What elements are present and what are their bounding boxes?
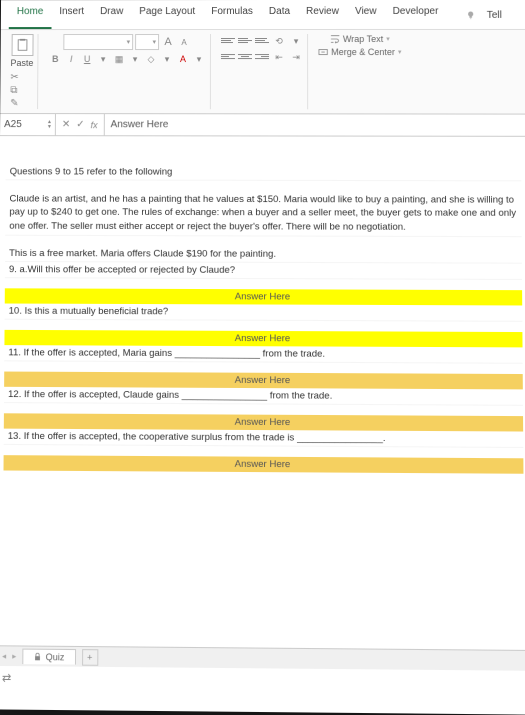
border-button[interactable]: ▦ — [112, 52, 126, 66]
increase-font-icon[interactable]: A — [161, 35, 175, 49]
add-sheet-button[interactable]: + — [82, 649, 98, 666]
cell-text[interactable]: Questions 9 to 15 refer to the following — [6, 164, 522, 181]
tab-insert[interactable]: Insert — [51, 2, 92, 29]
font-family-dropdown[interactable] — [63, 34, 133, 50]
tab-view[interactable]: View — [347, 2, 385, 29]
decrease-indent-button[interactable]: ⇤ — [272, 50, 286, 64]
cell-text[interactable]: Claude is an artist, and he has a painti… — [5, 190, 521, 237]
confirm-icon[interactable]: ✓ — [76, 119, 84, 130]
format-painter-icon[interactable]: ✎ — [10, 98, 18, 109]
tab-developer[interactable]: Developer — [385, 2, 447, 29]
copy-icon[interactable]: ⧉ — [10, 85, 18, 96]
lightbulb-icon — [466, 10, 476, 20]
chevron-down-icon[interactable]: ▾ — [192, 52, 206, 66]
cancel-icon[interactable]: ✕ — [62, 119, 70, 130]
spinner-icon[interactable]: ▴▾ — [48, 120, 51, 130]
align-middle-button[interactable] — [238, 34, 252, 46]
align-bottom-button[interactable] — [255, 34, 269, 46]
tab-home[interactable]: Home — [9, 2, 52, 29]
cell-text[interactable]: 9. a.Will this offer be accepted or reje… — [5, 262, 522, 280]
italic-button[interactable]: I — [64, 52, 78, 66]
chevron-down-icon[interactable]: ▾ — [96, 52, 110, 66]
align-right-button[interactable] — [255, 50, 269, 62]
align-top-button[interactable] — [221, 34, 235, 46]
tell-me[interactable]: Tell — [458, 2, 519, 29]
clipboard-icon — [11, 34, 33, 56]
increase-indent-button[interactable]: ⇥ — [289, 50, 303, 64]
ribbon: Paste ✂ ⧉ ✎ A A B I U ▾ ▦ ▾ ◇ — [0, 30, 525, 115]
status-icon[interactable]: ⇄ — [2, 671, 11, 685]
fx-button[interactable]: fx — [91, 120, 98, 130]
orientation-button[interactable]: ⟲ — [272, 34, 286, 48]
sheet-nav-next[interactable]: ▸ — [12, 652, 16, 661]
tab-formulas[interactable]: Formulas — [203, 2, 261, 29]
tab-page-layout[interactable]: Page Layout — [131, 2, 203, 29]
paste-button[interactable]: Paste — [10, 34, 33, 68]
worksheet[interactable]: Questions 9 to 15 refer to the following… — [0, 136, 525, 715]
tab-draw[interactable]: Draw — [92, 2, 131, 29]
fill-color-button[interactable]: ◇ — [144, 52, 158, 66]
cell-text[interactable]: This is a free market. Maria offers Clau… — [5, 246, 522, 264]
tab-review[interactable]: Review — [298, 2, 347, 29]
chevron-down-icon[interactable]: ▾ — [289, 34, 303, 48]
wrap-text-icon — [330, 34, 340, 44]
merge-center-button[interactable]: Merge & Center ▾ — [318, 47, 401, 57]
cut-icon[interactable]: ✂ — [10, 72, 18, 83]
align-center-button[interactable] — [238, 50, 252, 62]
bold-button[interactable]: B — [48, 52, 62, 66]
chevron-down-icon[interactable]: ▾ — [160, 52, 174, 66]
sheet-tab-quiz[interactable]: Quiz — [22, 649, 75, 665]
answer-cell[interactable]: Answer Here — [3, 455, 523, 474]
ribbon-tabs: Home Insert Draw Page Layout Formulas Da… — [1, 0, 525, 30]
decrease-font-icon[interactable]: A — [177, 35, 191, 49]
sheet-nav-prev[interactable]: ◂ — [2, 652, 6, 661]
formula-bar: A25 ▴▾ ✕ ✓ fx Answer Here — [0, 114, 525, 137]
chevron-down-icon[interactable]: ▾ — [128, 52, 142, 66]
name-box[interactable]: A25 ▴▾ — [0, 114, 56, 135]
wrap-text-button[interactable]: Wrap Text ▾ — [330, 34, 390, 44]
lock-icon — [33, 653, 41, 661]
formula-input[interactable]: Answer Here — [105, 114, 525, 136]
align-left-button[interactable] — [221, 50, 235, 62]
merge-icon — [318, 47, 328, 57]
font-color-button[interactable]: A — [176, 52, 190, 66]
tab-data[interactable]: Data — [261, 2, 298, 29]
font-size-dropdown[interactable] — [135, 34, 159, 50]
underline-button[interactable]: U — [80, 52, 94, 66]
